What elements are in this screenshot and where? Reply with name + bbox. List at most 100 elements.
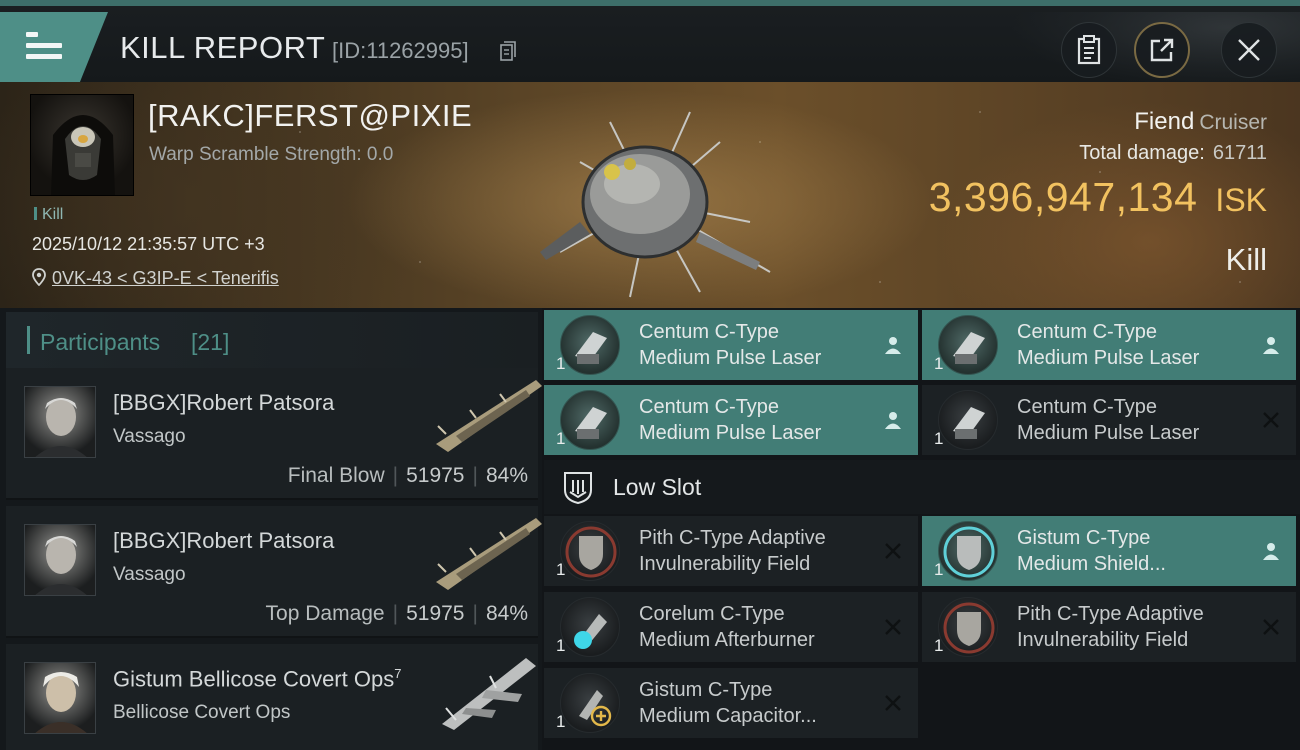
participant-damage: 51975 (406, 464, 465, 487)
pulse-laser-icon (560, 390, 620, 450)
menu-button[interactable] (0, 12, 108, 82)
report-id: [ID:11262995] (332, 38, 469, 63)
participant-name[interactable]: [BBGX]Robert Patsora (113, 528, 334, 554)
kill-location[interactable]: 0VK-43 < G3IP-E < Tenerifis (32, 268, 279, 289)
low-slot-header: Low Slot (544, 460, 1300, 514)
module-slot[interactable]: 1 Gistum C-Type Medium Capacitor... (544, 668, 918, 738)
isk-line: 3,396,947,134 ISK (929, 174, 1267, 221)
pilot-icon (1263, 337, 1279, 354)
vassago-ship-image (436, 380, 542, 452)
module-name-line1: Pith C-Type Adaptive (639, 527, 826, 549)
kill-tag: Kill (34, 206, 63, 224)
bellicose-ship-image (442, 658, 536, 730)
participant-portrait[interactable] (24, 524, 96, 596)
low-slot-icon (564, 472, 592, 504)
ship-class: Cruiser (1199, 111, 1267, 134)
module-name-line1: Centum C-Type (1017, 396, 1158, 418)
kill-datetime: 2025/10/12 21:35:57 UTC +3 (32, 234, 265, 254)
module-name-line1: Pith C-Type Adaptive (1017, 603, 1204, 625)
participant-percent: 84% (485, 464, 528, 487)
pulse-laser-icon (938, 315, 998, 375)
participants-header: Participants [21] (6, 312, 538, 368)
participant-card[interactable]: Gistum Bellicose Covert Ops7 Bellicose C… (6, 644, 538, 750)
module-quantity: 1 (556, 560, 566, 579)
module-slot[interactable]: 1 Centum C-Type Medium Pulse Laser (544, 385, 918, 455)
close-icon (1238, 39, 1260, 61)
module-name-line2: Medium Pulse Laser (1017, 422, 1200, 444)
module-name-line2: Invulnerability Field (1017, 629, 1189, 651)
share-button[interactable] (1134, 22, 1190, 78)
participant-damage: 51975 (406, 602, 465, 625)
participant-percent: 84% (485, 602, 528, 625)
module-name-line2: Medium Afterburner (639, 629, 815, 651)
pulse-laser-icon (938, 390, 998, 450)
module-quantity: 1 (934, 354, 944, 373)
destroyed-icon (1263, 619, 1279, 635)
page-title: KILL REPORT (120, 30, 326, 65)
module-quantity: 1 (556, 354, 566, 373)
shield-booster-icon (938, 521, 998, 581)
module-name-line2: Medium Pulse Laser (639, 347, 822, 369)
kill-banner: [RAKC]FERST@PIXIE Warp Scramble Strength… (0, 82, 1300, 308)
module-quantity: 1 (556, 712, 566, 731)
participant-name-superscript: 7 (394, 666, 402, 681)
pilot-icon (885, 337, 901, 354)
module-slot[interactable]: 1 Centum C-Type Medium Pulse Laser (544, 310, 918, 380)
participant-stats: Final Blow | 51975 | 84% (287, 464, 528, 487)
final-blow-label: Final Blow (287, 464, 385, 487)
capacitor-icon (560, 673, 620, 733)
participant-name[interactable]: [BBGX]Robert Patsora (113, 390, 334, 416)
participants-panel: Participants [21] [BBGX]Robert Patsora V… (0, 308, 542, 750)
module-slot[interactable]: 1 Pith C-Type Adaptive Invulnerability F… (544, 516, 918, 586)
pilot-icon (885, 412, 901, 429)
clipboard-button[interactable] (1061, 22, 1117, 78)
participant-name-text: Gistum Bellicose Covert Ops (113, 666, 395, 692)
hooded-pilot-image (51, 115, 115, 195)
share-icon (1150, 38, 1174, 62)
result-label: Kill (1225, 242, 1267, 277)
module-name-line2: Medium Pulse Laser (639, 422, 822, 444)
module-slot[interactable]: 1 Centum C-Type Medium Pulse Laser (922, 385, 1296, 455)
participant-ship: Vassago (113, 426, 186, 447)
victim-name[interactable]: [RAKC]FERST@PIXIE (148, 98, 472, 134)
ship-type-line: Fiend Cruiser (1134, 108, 1267, 136)
shield-module-icon (938, 597, 998, 657)
participant-stats: Top Damage | 51975 | 84% (265, 602, 528, 625)
module-name-line1: Gistum C-Type (1017, 527, 1151, 549)
ship-name[interactable]: Fiend (1134, 108, 1194, 135)
clipboard-icon (1077, 35, 1101, 65)
module-name-line2: Invulnerability Field (639, 553, 811, 575)
total-damage-value: 61711 (1212, 142, 1267, 164)
module-slot[interactable]: 1 Centum C-Type Medium Pulse Laser (922, 310, 1296, 380)
module-name-line1: Centum C-Type (639, 396, 780, 418)
isk-value: 3,396,947,134 (928, 174, 1198, 220)
participant-portrait[interactable] (24, 662, 96, 734)
participants-title: Participants (40, 329, 161, 355)
participant-card[interactable]: [BBGX]Robert Patsora Vassago Top Damage |… (6, 506, 542, 638)
module-name-line1: Centum C-Type (639, 321, 780, 343)
participant-ship: Bellicose Covert Ops (113, 702, 291, 723)
module-name-line2: Medium Capacitor... (639, 705, 817, 727)
pilot-face-image (35, 398, 87, 457)
module-slot[interactable]: 1 Gistum C-Type Medium Shield... (922, 516, 1296, 586)
pilot-icon (1263, 543, 1279, 560)
total-damage: Total damage: 61711 (1079, 142, 1267, 165)
participant-card[interactable]: [BBGX]Robert Patsora Vassago Final Blow |… (6, 368, 542, 500)
accent-bar (27, 326, 30, 354)
victim-portrait[interactable] (30, 94, 134, 196)
location-pin-icon (32, 268, 46, 287)
fiend-ship-image (540, 111, 771, 298)
pulse-laser-icon (560, 315, 620, 375)
module-quantity: 1 (934, 560, 944, 579)
module-quantity: 1 (934, 636, 944, 655)
module-slot[interactable]: 1 Corelum C-Type Medium Afterburner (544, 592, 918, 662)
module-name-line2: Medium Shield... (1017, 553, 1166, 575)
copy-icon[interactable] (500, 41, 516, 61)
close-button[interactable] (1221, 22, 1277, 78)
participant-name[interactable]: Gistum Bellicose Covert Ops7 (113, 666, 401, 692)
module-name-line1: Gistum C-Type (639, 679, 773, 701)
participant-portrait[interactable] (24, 386, 96, 458)
location-link[interactable]: 0VK-43 < G3IP-E < Tenerifis (52, 268, 279, 288)
isk-unit: ISK (1215, 182, 1267, 218)
module-slot[interactable]: 1 Pith C-Type Adaptive Invulnerability F… (922, 592, 1296, 662)
